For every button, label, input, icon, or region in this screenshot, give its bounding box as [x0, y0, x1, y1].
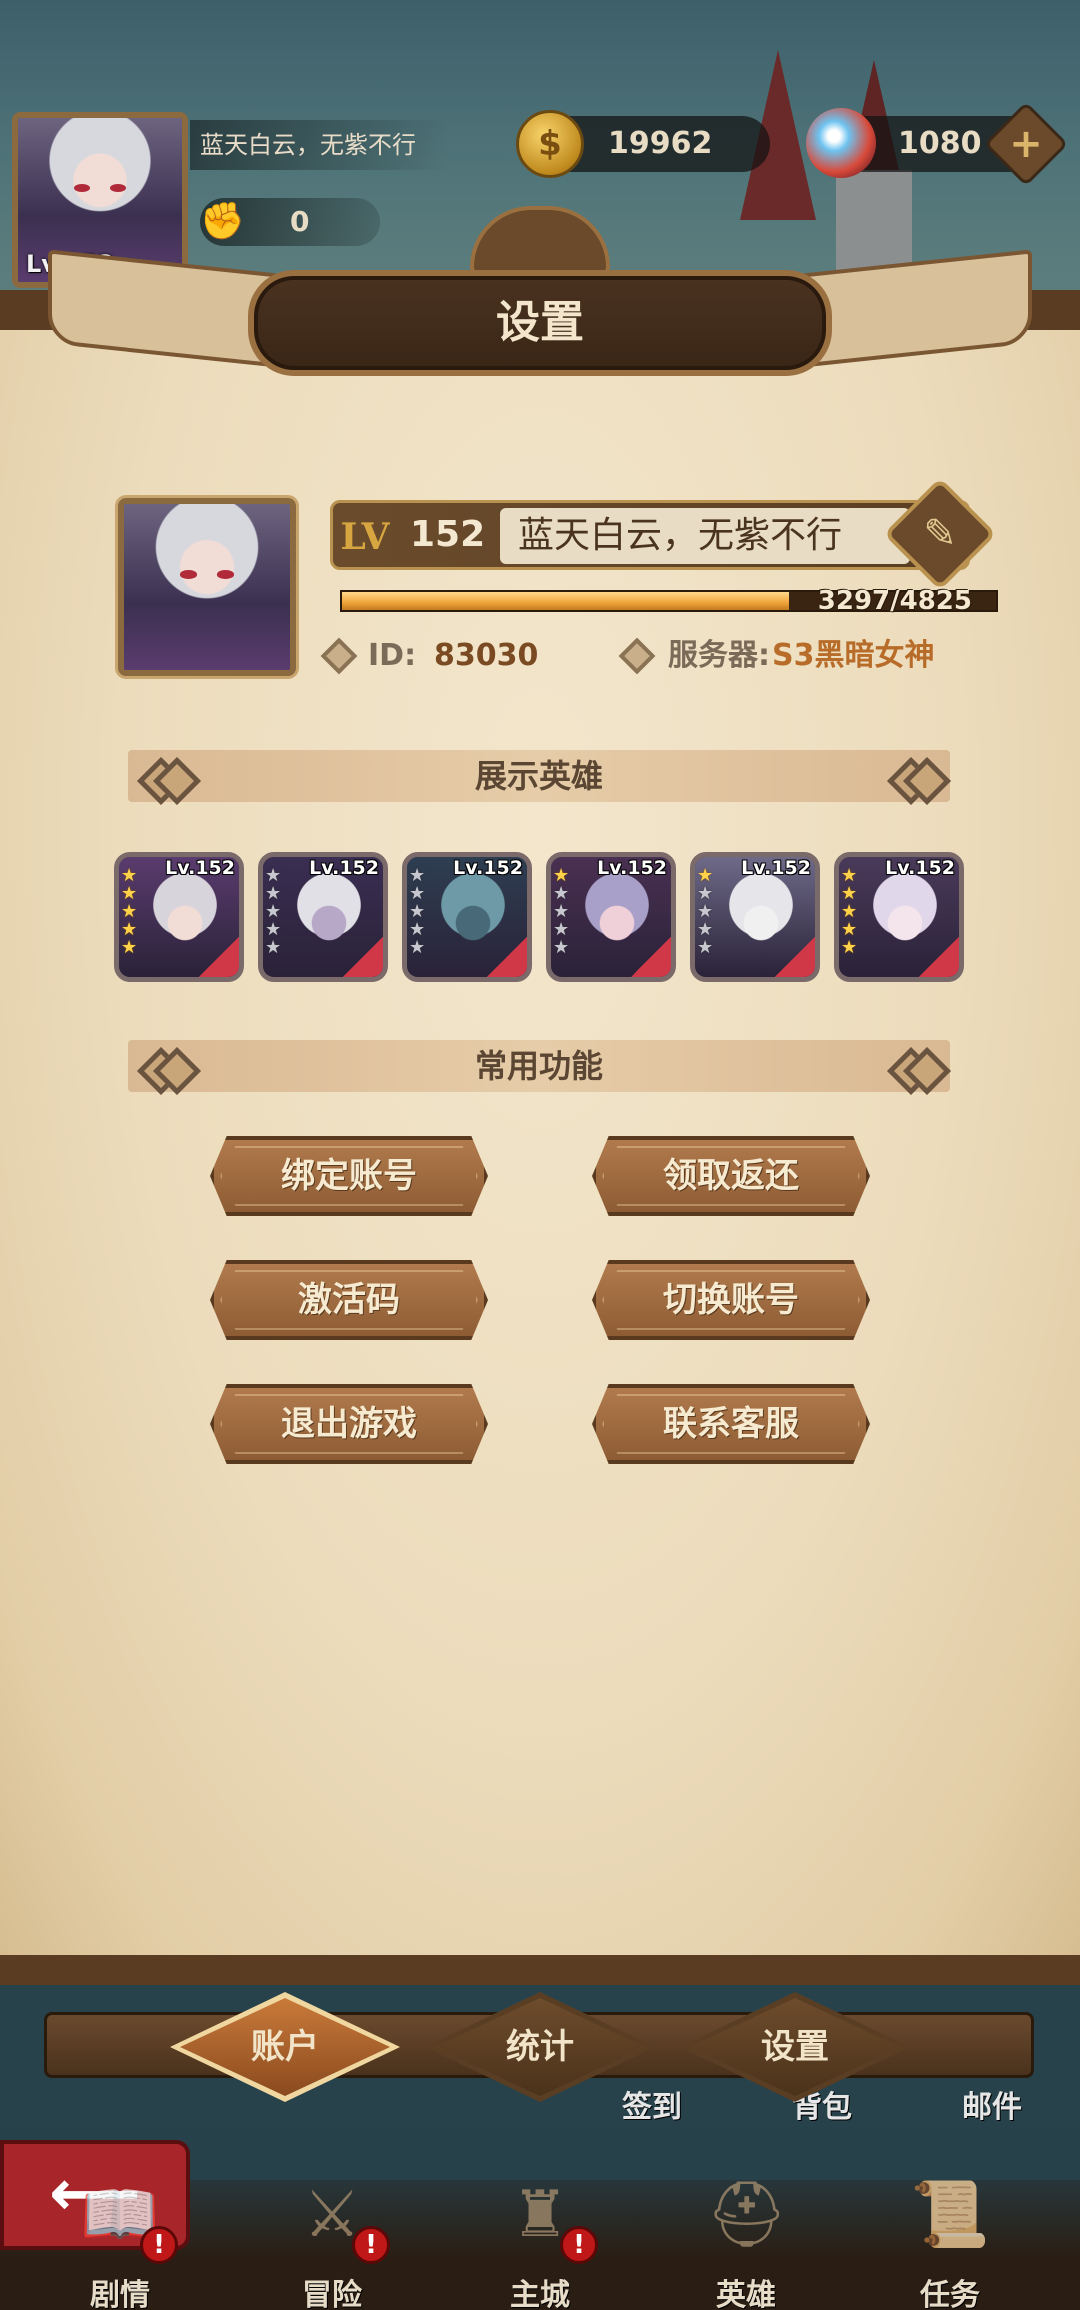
- hero-corner-mark: [631, 937, 671, 977]
- claim-rebate-button[interactable]: 领取返还: [592, 1136, 870, 1216]
- hero-stars: ★ ★ ★ ★ ★: [265, 867, 285, 957]
- alert-badge: !: [140, 2226, 178, 2264]
- xp-progress-bar: 3297/4825: [340, 586, 998, 616]
- id-label: ID:: [368, 638, 417, 673]
- nav-quests[interactable]: 📜 任务: [880, 2170, 1020, 2310]
- quill-icon: ✎: [923, 511, 957, 557]
- gem-icon: [806, 108, 876, 178]
- gem-resource: 1080 +: [806, 101, 1069, 187]
- plus-icon: +: [1009, 121, 1043, 167]
- contact-service-button[interactable]: 联系客服: [592, 1384, 870, 1464]
- hero-level: Lv.152: [885, 857, 955, 879]
- panel-frame-bottom: [0, 1955, 1080, 1985]
- hero-corner-mark: [343, 937, 383, 977]
- fist-count: 0: [290, 205, 310, 238]
- nav-heroes[interactable]: ⛑ 英雄: [676, 2170, 816, 2310]
- hero-card[interactable]: ★ ★ ★ ★ ★ Lv.152: [258, 852, 388, 982]
- checkin-label: 签到: [622, 2090, 682, 2125]
- server-label: 服务器:: [668, 638, 770, 673]
- avatar-portrait: [124, 504, 290, 670]
- bind-account-button[interactable]: 绑定账号: [210, 1136, 488, 1216]
- panel-title: 设置: [496, 297, 584, 348]
- star-icon: ★: [697, 937, 714, 958]
- server-value: S3黑暗女神: [772, 638, 935, 673]
- scroll-icon: 📜: [910, 2178, 990, 2252]
- profile-nickname: 蓝天白云，无紫不行: [500, 508, 910, 564]
- heroes-section-header: 展示英雄: [128, 750, 950, 802]
- activation-code-button[interactable]: 激活码: [210, 1260, 488, 1340]
- profile-level: 152: [410, 514, 486, 555]
- profile-avatar[interactable]: [118, 498, 296, 676]
- chain-icon: [894, 760, 938, 792]
- hero-card[interactable]: ★ ★ ★ ★ ★ Lv.152: [690, 852, 820, 982]
- star-icon: ★: [265, 937, 282, 958]
- hero-stars: ★ ★ ★ ★ ★: [553, 867, 573, 957]
- hero-stars: ★ ★ ★ ★ ★: [121, 867, 141, 957]
- hero-card[interactable]: ★ ★ ★ ★ ★ Lv.152: [114, 852, 244, 982]
- coin-icon: $: [516, 110, 584, 178]
- hero-level: Lv.152: [741, 857, 811, 879]
- nav-story[interactable]: 📖 ! 剧情: [50, 2170, 190, 2310]
- heroes-section-title: 展示英雄: [474, 757, 603, 795]
- star-icon: ★: [409, 937, 426, 958]
- hero-corner-mark: [487, 937, 527, 977]
- hero-level: Lv.152: [309, 857, 379, 879]
- star-icon: ★: [553, 937, 570, 958]
- fist-resource: ✊ 0: [200, 198, 380, 246]
- nav-main-city-label: 主城: [510, 2278, 570, 2310]
- hero-corner-mark: [775, 937, 815, 977]
- player-nickname: 蓝天白云，无紫不行: [190, 120, 450, 170]
- star-icon: ★: [841, 937, 858, 958]
- gold-resource: $ 19962: [516, 110, 770, 178]
- hero-level: Lv.152: [453, 857, 523, 879]
- xp-progress-fill: [342, 592, 789, 610]
- mail-label: 邮件: [962, 2090, 1022, 2125]
- hero-level: Lv.152: [597, 857, 667, 879]
- exit-game-button[interactable]: 退出游戏: [210, 1384, 488, 1464]
- chain-icon: [894, 1050, 938, 1082]
- nav-main-city[interactable]: ♜ ! 主城: [470, 2170, 610, 2310]
- xp-text: 3297/4825: [817, 586, 972, 616]
- nav-quests-label: 任务: [920, 2278, 980, 2310]
- functions-section-title: 常用功能: [474, 1047, 603, 1085]
- switch-account-button[interactable]: 切换账号: [592, 1260, 870, 1340]
- nav-adventure-label: 冒险: [302, 2278, 362, 2310]
- hero-corner-mark: [919, 937, 959, 977]
- hero-level: Lv.152: [165, 857, 235, 879]
- alert-badge: !: [560, 2226, 598, 2264]
- functions-section-header: 常用功能: [128, 1040, 950, 1092]
- hero-card[interactable]: ★ ★ ★ ★ ★ Lv.152: [402, 852, 532, 982]
- hero-corner-mark: [199, 937, 239, 977]
- star-icon: ★: [121, 937, 138, 958]
- gem-amount: 1080: [898, 126, 982, 161]
- fist-icon: ✊: [200, 201, 245, 242]
- helmet-icon: ⛑: [706, 2178, 788, 2252]
- nav-heroes-label: 英雄: [716, 2278, 776, 2310]
- hero-stars: ★ ★ ★ ★ ★: [841, 867, 861, 957]
- lv-badge: LV: [326, 498, 404, 576]
- id-value: 83030: [434, 638, 539, 673]
- hero-card[interactable]: ★ ★ ★ ★ ★ Lv.152: [834, 852, 964, 982]
- nav-story-label: 剧情: [90, 2278, 150, 2310]
- nav-adventure[interactable]: ⚔ ! 冒险: [262, 2170, 402, 2310]
- hero-card[interactable]: ★ ★ ★ ★ ★ Lv.152: [546, 852, 676, 982]
- hero-stars: ★ ★ ★ ★ ★: [409, 867, 429, 957]
- hero-stars: ★ ★ ★ ★ ★: [697, 867, 717, 957]
- gold-amount: 19962: [608, 126, 713, 161]
- alert-badge: !: [352, 2226, 390, 2264]
